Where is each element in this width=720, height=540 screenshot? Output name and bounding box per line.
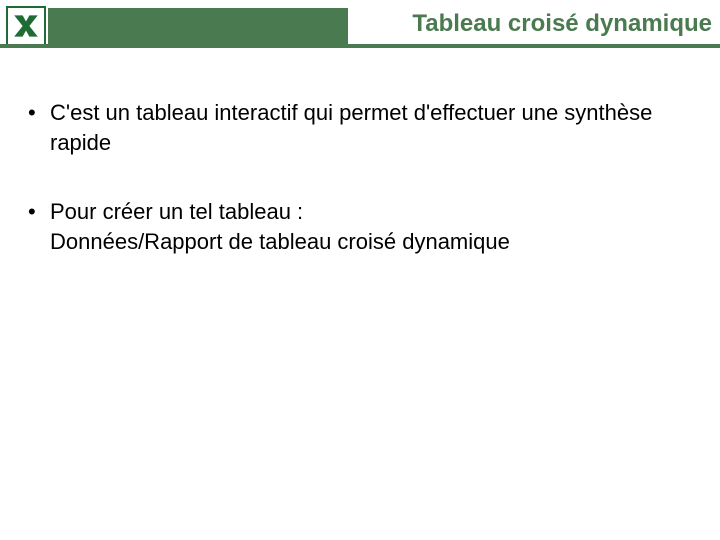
header-underline — [0, 44, 720, 48]
bullet-subline: Données/Rapport de tableau croisé dynami… — [28, 227, 692, 257]
bullet-item: • Pour créer un tel tableau : Données/Ra… — [28, 197, 692, 256]
bullet-marker: • — [28, 197, 50, 227]
bullet-marker: • — [28, 98, 50, 157]
slide-header: Tableau croisé dynamique — [0, 0, 720, 58]
header-bar — [48, 8, 348, 44]
bullet-text: Pour créer un tel tableau : — [50, 197, 692, 227]
excel-x-icon — [6, 6, 46, 46]
bullet-text: C'est un tableau interactif qui permet d… — [50, 98, 692, 157]
excel-x-glyph — [12, 12, 40, 40]
bullet-item: • C'est un tableau interactif qui permet… — [28, 98, 692, 157]
slide-title: Tableau croisé dynamique — [350, 10, 712, 38]
slide-body: • C'est un tableau interactif qui permet… — [0, 58, 720, 257]
